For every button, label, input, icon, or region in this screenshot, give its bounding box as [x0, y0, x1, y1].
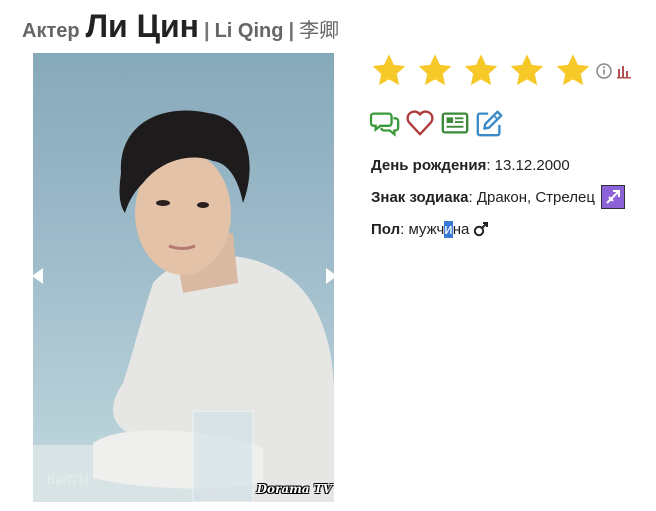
- star-icon[interactable]: [462, 52, 500, 90]
- role-label: Актер: [22, 20, 80, 42]
- news-icon[interactable]: [440, 108, 470, 138]
- previous-photo-button[interactable]: [32, 268, 43, 284]
- rating-stars[interactable]: [370, 52, 632, 90]
- birthday-row: День рождения: 13.12.2000: [371, 154, 625, 176]
- page-title: Актер Ли Цин | Li Qing | 李卿: [22, 8, 339, 48]
- comments-icon[interactable]: [370, 108, 400, 138]
- sagittarius-icon[interactable]: [600, 185, 625, 209]
- zodiac-row: Знак зодиака: Дракон, Стрелец: [371, 185, 625, 209]
- info-icon[interactable]: [596, 63, 612, 79]
- actor-native-name: 李卿: [299, 20, 340, 42]
- star-icon[interactable]: [554, 52, 592, 90]
- action-icons: [370, 108, 510, 138]
- edit-icon[interactable]: [475, 108, 505, 138]
- gender-value-part: мужч: [408, 220, 445, 238]
- zodiac-value: Дракон, Стрелец: [476, 188, 595, 206]
- actor-name: Ли Цин: [85, 8, 199, 44]
- heart-icon[interactable]: [405, 108, 435, 138]
- birthday-label: День рождения: [371, 156, 487, 174]
- star-icon[interactable]: [370, 52, 408, 90]
- photo-watermark-baidu: Bai百科: [47, 473, 90, 487]
- colon: :: [468, 188, 473, 206]
- zodiac-label: Знак зодиака: [371, 188, 469, 206]
- star-icon[interactable]: [416, 52, 454, 90]
- star-icon[interactable]: [508, 52, 546, 90]
- title-separator: |: [203, 20, 210, 42]
- photo-watermark-dorama: Dorama TV: [256, 482, 332, 496]
- male-icon: [474, 222, 489, 237]
- actor-latin-name: Li Qing: [214, 20, 284, 42]
- actor-details: День рождения: 13.12.2000 Знак зодиака: …: [371, 154, 625, 250]
- photo-illustration: [33, 110, 334, 502]
- actor-photo[interactable]: Bai百科 Dorama TV: [33, 53, 334, 502]
- colon: :: [400, 220, 405, 238]
- gender-value-part: на: [452, 220, 470, 238]
- colon: :: [486, 156, 491, 174]
- gender-value-selected: и: [444, 220, 453, 238]
- title-separator: |: [288, 20, 295, 42]
- bar-chart-icon[interactable]: [616, 63, 632, 79]
- gender-value: мужчина: [408, 220, 470, 238]
- birthday-value: 13.12.2000: [494, 156, 570, 174]
- gender-label: Пол: [371, 220, 401, 238]
- next-photo-button[interactable]: [326, 268, 337, 284]
- gender-row: Пол: мужчина: [371, 218, 625, 240]
